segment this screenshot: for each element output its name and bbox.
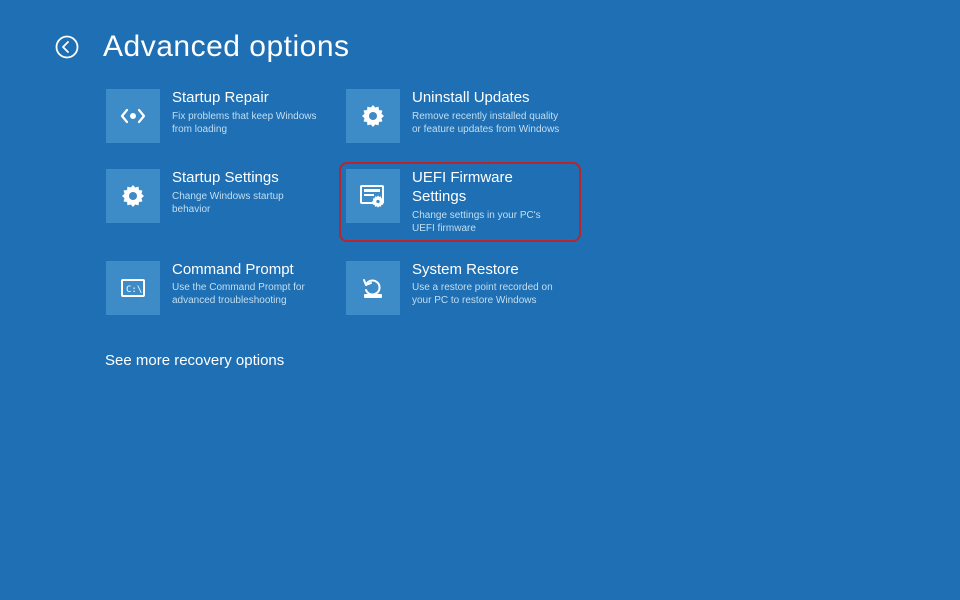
tile-title: Startup Settings xyxy=(172,169,322,188)
tile-title: Command Prompt xyxy=(172,261,322,280)
tile-startup-settings[interactable]: Startup Settings Change Windows startup … xyxy=(105,168,335,236)
tile-title: System Restore xyxy=(412,261,562,280)
svg-text:C:\: C:\ xyxy=(126,285,142,295)
tile-title: UEFI Firmware Settings xyxy=(412,169,562,207)
tile-command-prompt[interactable]: C:\ Command Prompt Use the Command Promp… xyxy=(105,260,335,316)
system-restore-icon xyxy=(346,261,400,315)
tile-uefi-firmware[interactable]: UEFI Firmware Settings Change settings i… xyxy=(345,168,575,236)
tile-desc: Use a restore point recorded on your PC … xyxy=(412,281,562,307)
tile-system-restore[interactable]: System Restore Use a restore point recor… xyxy=(345,260,575,316)
uefi-firmware-icon xyxy=(346,169,400,223)
back-arrow-icon[interactable] xyxy=(55,35,79,59)
tile-uninstall-updates[interactable]: Uninstall Updates Remove recently instal… xyxy=(345,88,575,144)
tile-desc: Use the Command Prompt for advanced trou… xyxy=(172,281,322,307)
startup-repair-icon xyxy=(106,89,160,143)
command-prompt-icon: C:\ xyxy=(106,261,160,315)
see-more-recovery-link[interactable]: See more recovery options xyxy=(105,352,284,369)
tile-desc: Remove recently installed quality or fea… xyxy=(412,110,562,136)
tile-title: Startup Repair xyxy=(172,89,322,108)
options-grid: Startup Repair Fix problems that keep Wi… xyxy=(105,88,575,316)
tile-desc: Fix problems that keep Windows from load… xyxy=(172,110,322,136)
tile-desc: Change settings in your PC's UEFI firmwa… xyxy=(412,209,562,235)
tile-startup-repair[interactable]: Startup Repair Fix problems that keep Wi… xyxy=(105,88,335,144)
startup-settings-icon xyxy=(106,169,160,223)
tile-title: Uninstall Updates xyxy=(412,89,562,108)
uninstall-updates-icon xyxy=(346,89,400,143)
page-title: Advanced options xyxy=(103,30,350,64)
tile-desc: Change Windows startup behavior xyxy=(172,190,322,216)
